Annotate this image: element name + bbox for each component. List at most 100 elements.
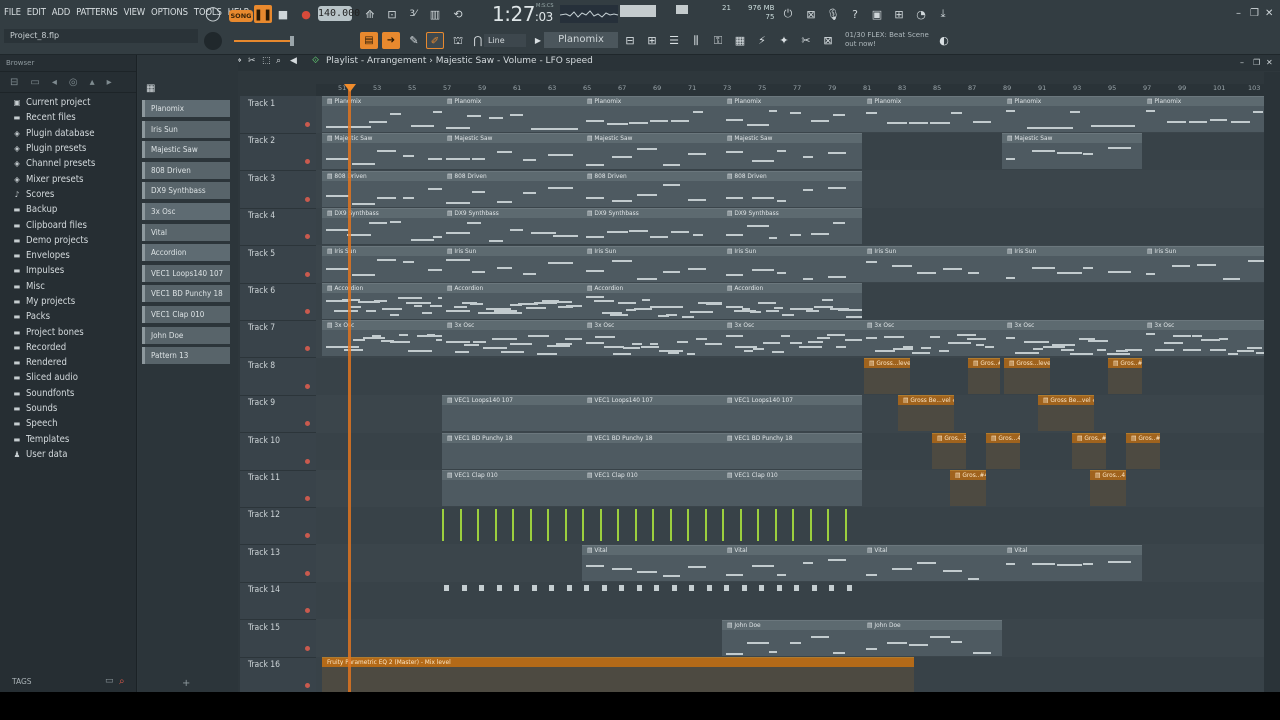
save-icon[interactable]: ▣ [869,5,885,23]
pattern-clip[interactable]: ▤ 3x Osc [1142,320,1264,357]
pattern-clip[interactable]: ▤ Majestic Saw [1002,133,1142,170]
track-header[interactable]: Track 8 [240,358,316,396]
automation-clip[interactable]: ▤ Gros..#3 [1072,432,1106,469]
picker-item[interactable]: Planomix [142,100,230,117]
plug-icon[interactable]: ⚡ [754,33,770,48]
pattern-clip[interactable]: ▤ Planomix [1002,96,1142,132]
timeline-ruler[interactable]: 51 53 55 57 59 61 63 65 67 69 71 73 75 77 79 81 83 85 87 89… [316,84,1264,96]
menu-edit[interactable]: EDIT [27,7,46,18]
audio-hit[interactable] [827,509,829,542]
power-icon[interactable]: ⏻ [780,5,796,23]
pattern-clip[interactable]: ▤ 3x Osc [442,320,582,357]
mixer-icon[interactable]: ⊠ [803,5,819,23]
playlist-icon[interactable]: ☰ [666,33,682,48]
audio-hit[interactable] [809,509,812,542]
audio-hit[interactable] [757,509,759,542]
arrangement-icon[interactable]: ⟐ [312,56,319,66]
pattern-clip[interactable]: ▤ VEC1 BD Punchy 18 [722,432,862,469]
picker-piano-icon[interactable]: ▦ [146,83,155,94]
menu-view[interactable]: VIEW [124,7,146,18]
vertical-scrollbar[interactable] [1264,72,1280,692]
tempo-display[interactable]: 140.000 [318,6,360,21]
track-header[interactable]: Track 10 [240,433,316,471]
track-lane[interactable] [316,507,1264,545]
pattern-clip[interactable]: ▤ DX9 Synthbass [722,208,862,245]
song-mode-button[interactable]: SONG [229,10,253,22]
automation-clip[interactable]: ▤ Gross...level [864,357,910,394]
picker-item[interactable]: Accordion [142,244,230,262]
automation-clip[interactable]: ▤ Gros...4 [986,432,1020,469]
brush-icon[interactable]: ✐ [426,32,444,49]
pattern-clip[interactable]: ▤ Iris Sun [862,245,1002,282]
browser-item-recorded[interactable]: ▬ Recorded [0,340,136,355]
playlist-grid[interactable]: ▤ Planomix ▤ Planomix ▤ Planomix ▤ Planomix… [316,96,1264,692]
browser-item-recent-files[interactable]: ▬ Recent files [0,110,136,125]
chat-icon[interactable]: ◔ [913,5,929,23]
pattern-marker[interactable] [654,585,659,592]
pattern-clip[interactable]: ▤ 3x Osc [322,320,462,357]
pattern-clip[interactable]: ▤ 3x Osc [582,320,722,357]
audio-hit[interactable] [564,509,567,542]
pattern-clip[interactable]: ▤ Planomix [322,96,462,132]
track-mute-dot[interactable] [305,159,310,165]
playback-tool-icon[interactable]: ◀ [290,56,297,66]
track-mute-dot[interactable] [305,533,310,539]
track-mute-dot[interactable] [305,496,310,501]
picker-item[interactable]: Pattern 13 [142,347,230,365]
pattern-marker[interactable] [601,585,607,592]
pattern-clip[interactable]: ▤ 808 Driven [582,170,722,207]
channel-rack-icon[interactable]: ⊞ [644,33,660,48]
pattern-clip[interactable]: ▤ Accordion [722,283,862,319]
picker-item[interactable]: John Doe [142,326,230,344]
arrow-right-icon[interactable]: ➜ [382,32,400,49]
pattern-clip[interactable]: ▤ Iris Sun [722,245,862,282]
download-icon[interactable]: ⤓ [935,5,951,23]
track-mute-dot[interactable] [305,608,310,614]
audio-hit[interactable] [669,509,672,542]
browser-item-backup[interactable]: ▬ Backup [0,202,136,217]
track-mute-dot[interactable] [305,346,310,352]
audio-hit[interactable] [529,509,532,542]
slice-tool-icon[interactable]: ✂ [248,56,256,66]
close-icon[interactable]: ✕ [1265,8,1273,19]
browser-item-rendered[interactable]: ▬ Rendered [0,355,136,370]
pattern-clip[interactable]: ▤ DX9 Synthbass [322,208,462,245]
pattern-marker[interactable] [566,585,572,592]
pattern-marker[interactable] [584,585,589,592]
restore-icon[interactable]: ❐ [1250,8,1259,19]
plugin-picker-icon[interactable]: ⚿ [710,33,726,48]
pattern-clip[interactable]: ▤ 3x Osc [862,320,1002,357]
pattern-clip[interactable]: ▤ 3x Osc [1002,320,1142,357]
master-pitch-knob[interactable] [204,32,222,50]
browser-item-scores[interactable]: ♪ Scores [0,187,136,202]
audio-hit[interactable] [704,509,707,542]
pattern-clip[interactable]: ▤ 3x Osc [722,320,862,357]
pattern-clip[interactable]: ▤ John Doe [722,619,862,656]
audio-hit[interactable] [634,509,637,542]
pattern-clip[interactable]: ▤ Majestic Saw [442,133,582,170]
pattern-marker[interactable] [846,585,852,592]
browser-item-sliced-audio[interactable]: ▬ Sliced audio [0,370,136,385]
search-icon[interactable]: ◎ [69,77,78,88]
pattern-clip[interactable]: ▤ Iris Sun [1002,245,1142,282]
track-mute-dot[interactable] [305,458,310,464]
picker-item[interactable]: Iris Sun [142,120,230,138]
audio-hit[interactable] [687,509,689,542]
pattern-marker[interactable] [776,585,782,592]
record-button[interactable]: ● [299,5,313,23]
pattern-clip[interactable]: ▤ Accordion [442,283,582,319]
pattern-clip[interactable]: ▤ VEC1 BD Punchy 18 [442,432,582,469]
refresh-icon[interactable]: ◐ [936,33,952,48]
pattern-marker[interactable] [496,585,502,592]
piano-roll-icon[interactable]: ⊟ [622,33,638,48]
zoom-tool-icon[interactable]: ⌕ [276,56,281,66]
master-volume-slider[interactable] [234,40,294,42]
track-header[interactable]: Track 4 [240,208,316,247]
track-mute-dot[interactable] [305,234,310,240]
metronome-icon[interactable]: ⟰ [362,5,378,23]
track-mute-dot[interactable] [305,683,310,688]
picker-item[interactable]: Vital [142,223,230,241]
tag-folder-icon[interactable]: ▭ [105,676,114,686]
track-header[interactable]: Track 5 [240,246,316,284]
pin-icon[interactable]: ▭ [30,77,39,88]
